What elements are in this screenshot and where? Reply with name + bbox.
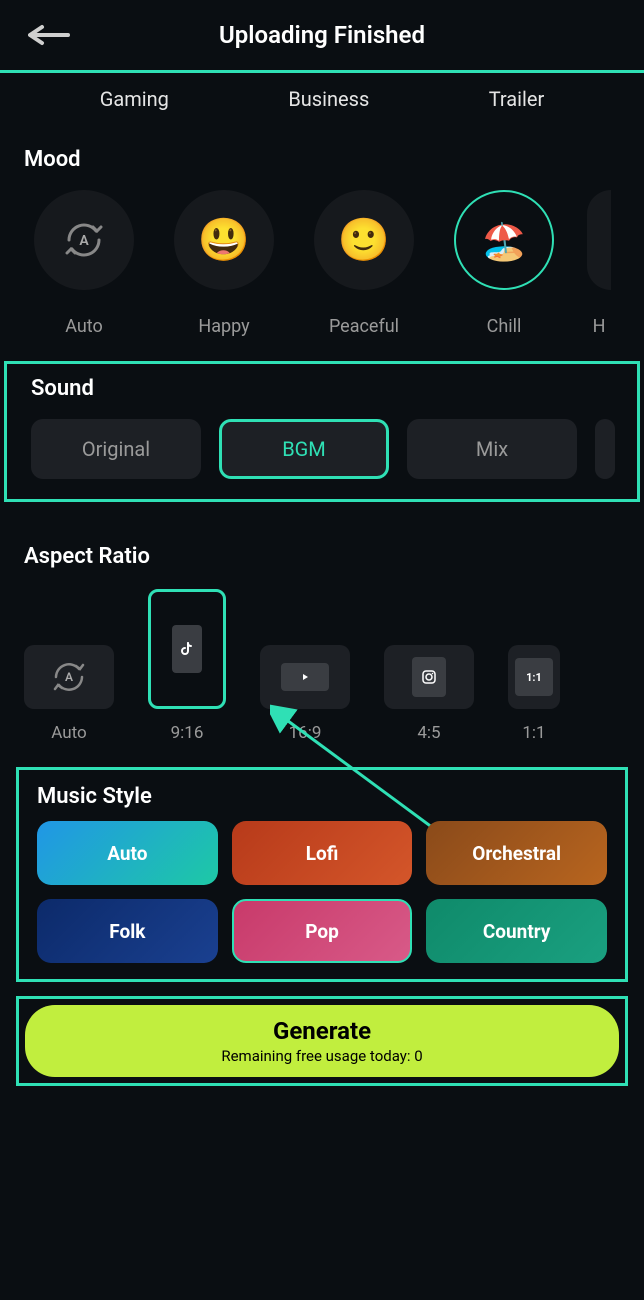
- music-label: Pop: [305, 920, 339, 943]
- music-grid: Auto Lofi Orchestral Folk Pop Country: [19, 821, 625, 963]
- aspect-row: A Auto 9:16 16:9 4:5 1:1 1:1: [0, 583, 644, 749]
- svg-text:A: A: [65, 670, 73, 684]
- chill-icon: 🏖️: [454, 190, 554, 290]
- mood-label: Peaceful: [329, 316, 399, 337]
- next-mood-icon: [587, 190, 611, 290]
- music-title: Music Style: [19, 770, 625, 821]
- sound-mix-button[interactable]: Mix: [407, 419, 577, 479]
- mood-item-next[interactable]: H: [584, 190, 614, 337]
- category-item[interactable]: Gaming: [100, 87, 169, 111]
- mood-item-chill[interactable]: 🏖️ Chill: [444, 190, 564, 337]
- category-item[interactable]: Business: [288, 87, 369, 111]
- page-title: Uploading Finished: [28, 21, 616, 49]
- music-label: Lofi: [306, 842, 339, 865]
- sound-label: Mix: [476, 437, 508, 461]
- aspect-16-9-icon: [260, 645, 350, 709]
- aspect-label: 9:16: [171, 723, 204, 743]
- mood-item-peaceful[interactable]: 🙂 Peaceful: [304, 190, 424, 337]
- generate-subtitle: Remaining free usage today: 0: [221, 1047, 422, 1065]
- youtube-icon: [298, 670, 312, 684]
- aspect-label: 1:1: [522, 723, 545, 743]
- category-item[interactable]: Trailer: [489, 87, 545, 111]
- mood-label: Happy: [198, 316, 249, 337]
- mood-item-happy[interactable]: 😃 Happy: [164, 190, 284, 337]
- mood-label: Auto: [65, 316, 103, 337]
- back-button[interactable]: [28, 24, 74, 46]
- generate-label: Generate: [273, 1017, 371, 1045]
- sound-next-button[interactable]: [595, 419, 615, 479]
- sound-label: Original: [82, 437, 150, 461]
- aspect-1-1-icon: 1:1: [508, 645, 560, 709]
- aspect-16-9[interactable]: 16:9: [260, 645, 350, 743]
- music-highlight-box: Music Style Auto Lofi Orchestral Folk Po…: [16, 767, 628, 982]
- music-folk-button[interactable]: Folk: [37, 899, 218, 963]
- back-arrow-icon: [28, 24, 74, 46]
- sound-highlight-box: Sound Original BGM Mix: [4, 361, 640, 502]
- aspect-4-5-icon: [384, 645, 474, 709]
- aspect-label: 4:5: [417, 723, 440, 743]
- auto-icon: A: [34, 190, 134, 290]
- music-lofi-button[interactable]: Lofi: [232, 821, 413, 885]
- aspect-auto-icon: A: [24, 645, 114, 709]
- svg-text:A: A: [79, 233, 89, 249]
- instagram-icon: [421, 669, 437, 685]
- aspect-9-16[interactable]: 9:16: [148, 589, 226, 743]
- aspect-4-5[interactable]: 4:5: [384, 645, 474, 743]
- music-label: Folk: [109, 920, 145, 943]
- sound-row: Original BGM Mix: [7, 415, 637, 483]
- sound-original-button[interactable]: Original: [31, 419, 201, 479]
- aspect-title: Aspect Ratio: [0, 514, 644, 583]
- category-row: Gaming Business Trailer: [0, 73, 644, 125]
- tiktok-icon: [179, 641, 195, 657]
- peaceful-icon: 🙂: [314, 190, 414, 290]
- music-pop-button[interactable]: Pop: [232, 899, 413, 963]
- mood-item-auto[interactable]: A Auto: [24, 190, 144, 337]
- generate-button[interactable]: Generate Remaining free usage today: 0: [25, 1005, 619, 1077]
- music-label: Country: [483, 920, 551, 943]
- sound-label: BGM: [282, 437, 326, 461]
- music-orchestral-button[interactable]: Orchestral: [426, 821, 607, 885]
- mood-title: Mood: [0, 125, 644, 184]
- music-country-button[interactable]: Country: [426, 899, 607, 963]
- happy-icon: 😃: [174, 190, 274, 290]
- aspect-label: 16:9: [289, 723, 322, 743]
- generate-highlight-box: Generate Remaining free usage today: 0: [16, 996, 628, 1086]
- sound-bgm-button[interactable]: BGM: [219, 419, 389, 479]
- aspect-9-16-icon: [148, 589, 226, 709]
- music-label: Orchestral: [472, 842, 561, 865]
- music-auto-button[interactable]: Auto: [37, 821, 218, 885]
- music-label: Auto: [107, 842, 147, 865]
- sound-title: Sound: [7, 364, 637, 415]
- aspect-label: Auto: [51, 723, 86, 743]
- mood-row: A Auto 😃 Happy 🙂 Peaceful 🏖️ Chill H: [0, 184, 644, 349]
- mood-label: H: [593, 316, 606, 337]
- mood-label: Chill: [487, 316, 522, 337]
- aspect-1-1[interactable]: 1:1 1:1: [508, 645, 560, 743]
- aspect-auto[interactable]: A Auto: [24, 645, 114, 743]
